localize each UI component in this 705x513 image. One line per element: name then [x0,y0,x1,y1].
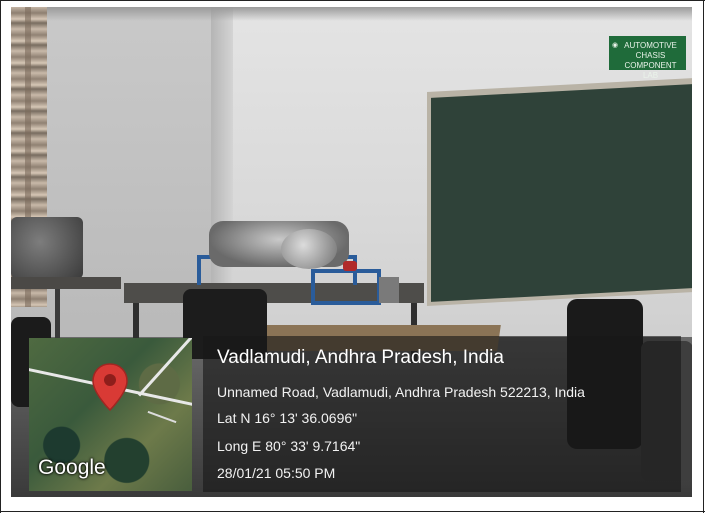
frame-left-line [0,0,1,513]
frame-bottom-line [0,511,705,512]
map-pin-icon [92,363,128,412]
datetime-line: 28/01/21 05:50 PM [217,465,336,481]
address-line: Unnamed Road, Vadlamudi, Andhra Pradesh … [217,384,585,400]
metal-part [379,277,399,303]
longitude-line: Long E 80° 33' 9.7164" [217,438,361,454]
map-road [147,410,177,424]
map-road [137,338,192,397]
ceiling-shadow [11,7,692,21]
map-thumbnail: Google [29,338,192,491]
lab-sign-text: AUTOMOTIVE CHASIS COMPONENT LAB [624,41,677,80]
lab-sign: ◉ AUTOMOTIVE CHASIS COMPONENT LAB [609,36,686,80]
red-component [343,261,357,271]
frame-right-line [703,0,704,513]
gearbox-housing [281,229,337,269]
engine-component-left [11,217,83,279]
google-logo: Google [38,456,106,479]
left-table [11,277,121,289]
emblem-icon: ◉ [612,42,619,49]
left-table-leg [55,289,60,339]
blackboard [431,84,692,302]
latitude-line: Lat N 16° 13' 36.0696" [217,410,358,426]
blue-stand [311,269,381,305]
frame-top-line [0,0,705,1]
location-title: Vadlamudi, Andhra Pradesh, India [217,347,504,368]
